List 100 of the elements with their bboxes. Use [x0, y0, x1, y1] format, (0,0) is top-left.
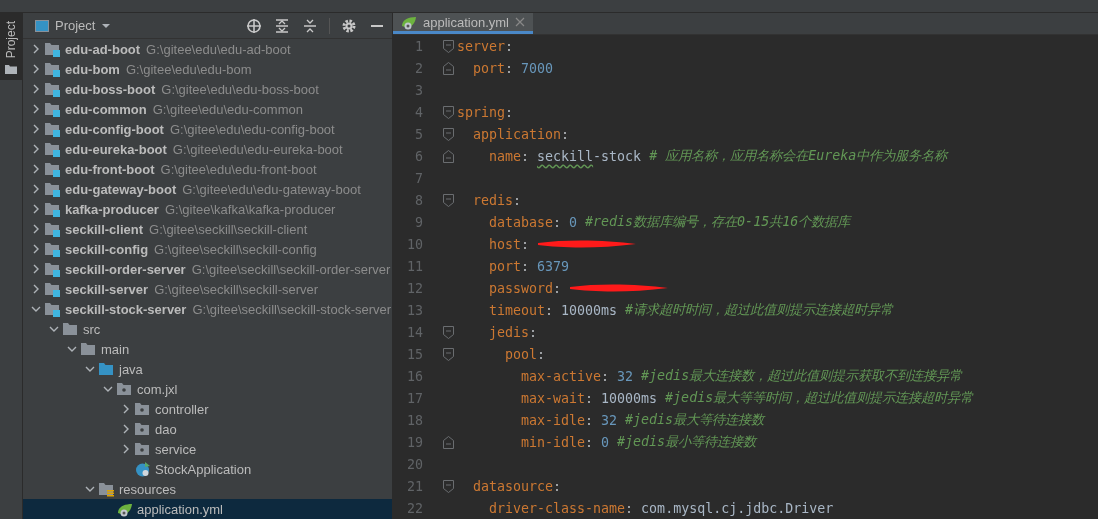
chevron-down-icon	[85, 484, 95, 494]
code-line: min-idle: 0 #jedis最小等待连接数	[520, 433, 757, 451]
caret-icon	[101, 22, 112, 29]
tree-item[interactable]: controller	[23, 399, 392, 419]
module-folder-icon	[45, 81, 61, 97]
line-number: 13	[406, 302, 424, 318]
code-line: host:	[457, 236, 638, 252]
source-folder-icon	[99, 361, 115, 377]
line-number: 17	[406, 390, 424, 406]
module-folder-icon	[45, 41, 61, 57]
module-folder-icon	[45, 121, 61, 137]
package-folder-icon	[135, 441, 151, 457]
line-number: 6	[414, 148, 424, 164]
code-line: pool:	[504, 346, 546, 362]
line-number: 19	[406, 434, 424, 450]
tree-item[interactable]: service	[23, 439, 392, 459]
close-icon	[515, 17, 525, 27]
minimize-icon	[371, 24, 383, 27]
code-line: server:	[457, 38, 514, 54]
tree-item[interactable]: main	[23, 339, 392, 359]
line-number: 8	[414, 192, 424, 208]
code-line: name: seckill-stock # 应用名称，应用名称会在Eureka中作为服务名称	[488, 147, 948, 165]
tree-item[interactable]: src	[23, 319, 392, 339]
module-folder-icon	[45, 201, 61, 217]
tree-item[interactable]: edu-boss-boot G:\gitee\edu\edu-boss-boot	[23, 79, 392, 99]
tree-item[interactable]: edu-gateway-boot G:\gitee\edu\edu-gateway-boot	[23, 179, 392, 199]
line-number: 2	[414, 60, 424, 76]
folder-icon	[5, 64, 17, 75]
project-view-dropdown[interactable]: Project	[35, 18, 112, 33]
tree-item[interactable]: edu-common G:\gitee\edu\edu-common	[23, 99, 392, 119]
locate-button[interactable]	[245, 16, 263, 35]
project-tool-tab[interactable]: Project	[0, 13, 22, 81]
tree-item[interactable]: edu-front-boot G:\gitee\edu\edu-front-boot	[23, 159, 392, 179]
tree-item[interactable]: seckill-config G:\gitee\seckill\seckill-config	[23, 239, 392, 259]
code-line: port: 6379	[488, 258, 570, 274]
line-number: 16	[406, 368, 424, 384]
module-folder-icon	[45, 261, 61, 277]
module-folder-icon	[45, 161, 61, 177]
code-line: jedis:	[488, 324, 538, 340]
module-folder-icon	[45, 61, 61, 77]
tree-item[interactable]: java	[23, 359, 392, 379]
module-folder-icon	[45, 241, 61, 257]
code-line: driver-class-name: com.mysql.cj.jdbc.Driver	[488, 500, 834, 516]
settings-icon	[341, 17, 357, 34]
module-folder-icon	[45, 101, 61, 117]
line-number: 18	[406, 412, 424, 428]
package-folder-icon	[135, 421, 151, 437]
line-number: 10	[406, 236, 424, 252]
folder-icon	[63, 321, 79, 337]
tree-item[interactable]: application.yml	[23, 499, 392, 519]
collapse-all-icon	[302, 17, 318, 34]
tree-item[interactable]: kafka-producer G:\gitee\kafka\kafka-producer	[23, 199, 392, 219]
line-number: 15	[406, 346, 424, 362]
module-folder-icon	[45, 181, 61, 197]
tree-item[interactable]: com.jxl	[23, 379, 392, 399]
line-number: 7	[414, 170, 424, 186]
tree-item[interactable]: edu-config-boot G:\gitee\edu\edu-config-boot	[23, 119, 392, 139]
code-line: max-active: 32 #jedis最大连接数，超过此值则提示获取不到连接异常	[520, 367, 963, 385]
line-number: 4	[414, 104, 424, 120]
expand-all-icon	[274, 17, 290, 34]
line-number: 5	[414, 126, 424, 142]
code-line: port: 7000	[472, 60, 554, 76]
code-line: max-idle: 32 #jedis最大等待连接数	[520, 411, 765, 429]
line-number: 14	[406, 324, 424, 340]
editor-tab[interactable]: application.yml	[393, 13, 533, 34]
tree-item[interactable]: seckill-client G:\gitee\seckill\seckill-client	[23, 219, 392, 239]
tree-item[interactable]: edu-bom G:\gitee\edu\edu-bom	[23, 59, 392, 79]
tree-item[interactable]: edu-ad-boot G:\gitee\edu\edu-ad-boot	[23, 39, 392, 59]
line-number: 3	[414, 82, 424, 98]
tree-item[interactable]: dao	[23, 419, 392, 439]
line-number: 20	[406, 456, 424, 472]
line-number: 11	[406, 258, 424, 274]
code-line: password:	[457, 280, 670, 296]
code-line: spring:	[457, 104, 514, 120]
line-number: 22	[406, 500, 424, 516]
module-folder-icon	[45, 301, 61, 317]
folder-icon	[81, 341, 97, 357]
code-line: max-wait: 10000ms #jedis最大等等时间，超过此值则提示连接超时异常	[520, 389, 974, 407]
tree-item[interactable]: seckill-server G:\gitee\seckill\seckill-server	[23, 279, 392, 299]
code-line: database: 0 #redis数据库编号，存在0-15共16个数据库	[488, 213, 851, 231]
panel-window-icon	[35, 19, 49, 32]
package-folder-icon	[135, 401, 151, 417]
package-folder-icon	[117, 381, 133, 397]
resources-folder-icon	[99, 481, 115, 497]
tree-item[interactable]: edu-eureka-boot G:\gitee\edu\edu-eureka-boot	[23, 139, 392, 159]
module-folder-icon	[45, 281, 61, 297]
leaf-file-icon	[401, 14, 417, 30]
tree-item[interactable]: seckill-stock-server G:\gitee\seckill\seckill-stock-server	[23, 299, 392, 319]
line-number: 21	[406, 478, 424, 494]
tree-item[interactable]: resources	[23, 479, 392, 499]
leaf-file-icon	[117, 501, 133, 517]
tree-item[interactable]: seckill-order-server G:\gitee\seckill\seckill-order-server	[23, 259, 392, 279]
locate-icon	[246, 17, 262, 34]
line-number: 9	[414, 214, 424, 230]
code-line: timeout: 10000ms #请求超时时间，超过此值则提示连接超时异常	[488, 301, 894, 319]
module-folder-icon	[45, 221, 61, 237]
expand-all-button[interactable]	[273, 16, 291, 35]
tree-item[interactable]: StockApplication	[23, 459, 392, 479]
code-line: application:	[472, 126, 570, 142]
module-folder-icon	[45, 141, 61, 157]
